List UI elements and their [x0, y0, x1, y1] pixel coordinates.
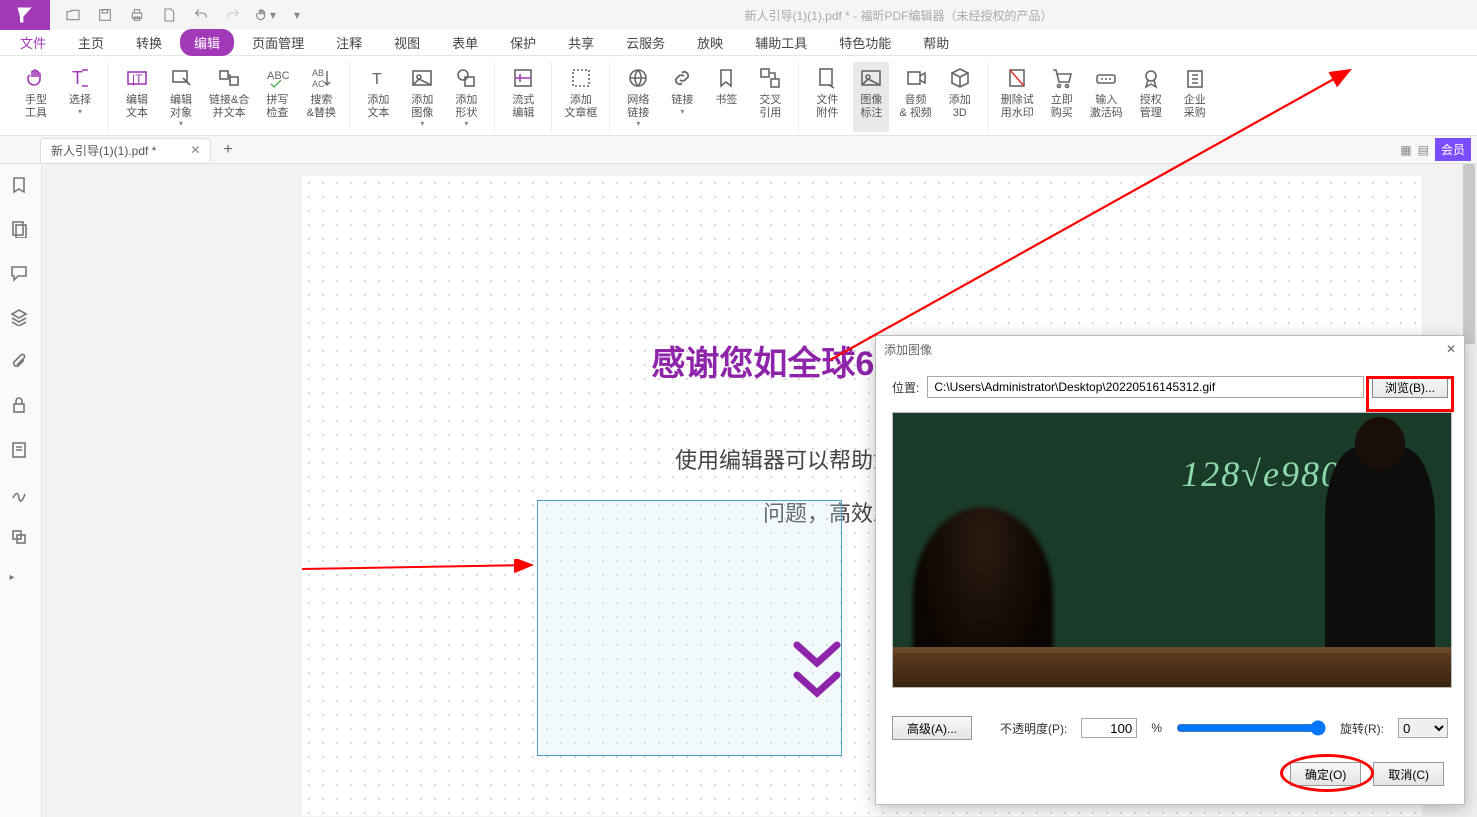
signature-panel-icon[interactable]	[10, 484, 32, 506]
page-view-icon[interactable]: ▤	[1418, 143, 1429, 157]
member-badge[interactable]: 会员	[1435, 138, 1471, 161]
pages-panel-icon[interactable]	[10, 220, 32, 242]
dialog-close-icon[interactable]: ✕	[1446, 342, 1456, 356]
scrollbar-thumb[interactable]	[1463, 164, 1475, 344]
close-tab-icon[interactable]: ✕	[190, 143, 200, 157]
ribbon-add-image[interactable]: 添加 图像▾	[404, 62, 440, 132]
ribbon-link[interactable]: 链接▾	[664, 62, 700, 132]
svg-text:|T: |T	[132, 72, 143, 86]
menu-extras[interactable]: 特色功能	[825, 29, 905, 56]
ribbon-add-article[interactable]: 添加 文章框	[562, 62, 599, 132]
expand-sidebar-icon[interactable]: ▸	[10, 572, 32, 594]
ribbon-select[interactable]: T选择▾	[62, 62, 98, 132]
attachments-panel-icon[interactable]	[10, 352, 32, 374]
advanced-button[interactable]: 高级(A)...	[892, 716, 972, 740]
ribbon-edit-text[interactable]: |T编辑 文本	[119, 62, 155, 132]
preview-text: 128√e980	[1181, 453, 1341, 495]
menu-home[interactable]: 主页	[64, 29, 118, 56]
annotation-arrow-right	[830, 60, 1370, 370]
menubar: 文件 主页 转换 编辑 页面管理 注释 视图 表单 保护 共享 云服务 放映 辅…	[0, 30, 1477, 56]
rotate-label: 旋转(R):	[1340, 720, 1384, 737]
menu-view[interactable]: 视图	[380, 29, 434, 56]
ribbon-spellcheck[interactable]: ABC拼写 检查	[259, 62, 295, 132]
menu-form[interactable]: 表单	[438, 29, 492, 56]
ribbon-web-link[interactable]: 网络 链接▾	[620, 62, 656, 132]
annotation-arrow-left	[302, 559, 542, 579]
menu-protect[interactable]: 保护	[496, 29, 550, 56]
menu-file[interactable]: 文件	[6, 29, 60, 56]
svg-text:T: T	[372, 71, 382, 88]
redo-icon[interactable]	[222, 4, 244, 26]
quick-access-toolbar: ▾ ▾	[50, 4, 320, 26]
document-tab[interactable]: 新人引导(1)(1).pdf * ✕	[40, 138, 211, 162]
ribbon-hand-tool[interactable]: 手型 工具	[18, 62, 54, 132]
svg-text:AB: AB	[312, 68, 324, 78]
annotation-highlight-ok	[1280, 754, 1374, 792]
ribbon-flow-edit[interactable]: 流式 编辑	[505, 62, 541, 132]
svg-text:ABC: ABC	[267, 70, 289, 82]
percent-label: %	[1151, 721, 1162, 735]
svg-text:T: T	[72, 68, 83, 88]
menu-cloud[interactable]: 云服务	[612, 29, 679, 56]
cancel-button[interactable]: 取消(C)	[1373, 762, 1444, 786]
tab-label: 新人引导(1)(1).pdf *	[51, 142, 156, 159]
fields-panel-icon[interactable]	[10, 440, 32, 462]
opacity-label: 不透明度(P):	[1000, 720, 1067, 737]
comments-panel-icon[interactable]	[10, 264, 32, 286]
print-icon[interactable]	[126, 4, 148, 26]
menu-help[interactable]: 帮助	[909, 29, 963, 56]
menu-comment[interactable]: 注释	[322, 29, 376, 56]
new-tab-button[interactable]: +	[223, 141, 232, 159]
new-icon[interactable]	[158, 4, 180, 26]
annotation-highlight-browse	[1366, 376, 1454, 412]
ribbon-add-text[interactable]: T添加 文本	[360, 62, 396, 132]
app-logo	[0, 0, 50, 30]
hand-qat-icon[interactable]: ▾	[254, 4, 276, 26]
location-label: 位置:	[892, 379, 919, 396]
window-title: 新人引导(1)(1).pdf * - 福昕PDF编辑器（未经授权的产品）	[320, 7, 1477, 24]
clip-panel-icon[interactable]	[10, 528, 32, 550]
titlebar: ▾ ▾ 新人引导(1)(1).pdf * - 福昕PDF编辑器（未经授权的产品）	[0, 0, 1477, 30]
left-sidebar: ▸	[0, 164, 42, 817]
ribbon-add-shape[interactable]: 添加 形状▾	[448, 62, 484, 132]
opacity-input[interactable]	[1081, 718, 1137, 738]
ribbon-bookmark[interactable]: 书签	[708, 62, 744, 132]
undo-icon[interactable]	[190, 4, 212, 26]
ribbon-link-merge-text[interactable]: 链接&合 并文本	[207, 62, 251, 132]
menu-edit[interactable]: 编辑	[180, 29, 234, 56]
add-image-dialog: 添加图像 ✕ 位置: 浏览(B)... 128√e980 高级(A)... 不透…	[875, 335, 1465, 805]
ribbon-edit-object[interactable]: 编辑 对象▾	[163, 62, 199, 132]
layers-panel-icon[interactable]	[10, 308, 32, 330]
menu-pages[interactable]: 页面管理	[238, 29, 318, 56]
ribbon-cross-ref[interactable]: 交叉 引用	[752, 62, 788, 132]
qat-more-icon[interactable]: ▾	[286, 4, 308, 26]
image-placement-box[interactable]	[537, 500, 842, 756]
rotate-select[interactable]: 0	[1398, 718, 1448, 738]
menu-convert[interactable]: 转换	[122, 29, 176, 56]
menu-accessibility[interactable]: 辅助工具	[741, 29, 821, 56]
image-path-input[interactable]	[927, 376, 1364, 398]
save-icon[interactable]	[94, 4, 116, 26]
security-panel-icon[interactable]	[10, 396, 32, 418]
open-icon[interactable]	[62, 4, 84, 26]
menu-slideshow[interactable]: 放映	[683, 29, 737, 56]
bookmark-panel-icon[interactable]	[10, 176, 32, 198]
chevron-down-decoration	[792, 640, 842, 700]
menu-share[interactable]: 共享	[554, 29, 608, 56]
image-preview: 128√e980	[892, 412, 1452, 688]
ribbon-search-replace[interactable]: ABAC搜索 &替换	[303, 62, 339, 132]
grid-view-icon[interactable]: ▦	[1400, 143, 1411, 157]
opacity-slider[interactable]	[1176, 720, 1326, 736]
svg-text:AC: AC	[312, 79, 325, 89]
